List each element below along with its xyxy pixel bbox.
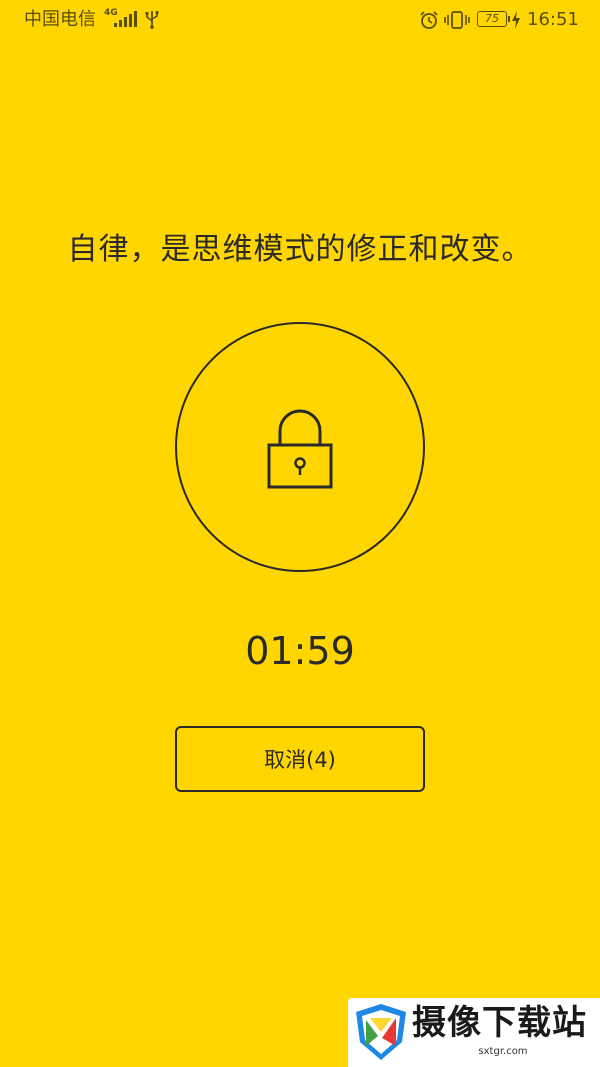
watermark-subtitle: sxtgr.com [478,1046,528,1057]
lock-icon [267,409,333,489]
cancel-button[interactable]: 取消(4) [175,726,425,792]
lock-screen: 中国电信 4G 75 16:51 自律，是思维模式的修正和改变。 01:59 取… [0,0,600,1067]
vibrate-icon [444,11,470,29]
battery-icon: 75 [477,11,510,27]
signal-icon [114,11,137,27]
status-time: 16:51 [527,9,579,30]
watermark-title: 摄像下载站 [412,1003,587,1043]
countdown-timer: 01:59 [245,629,355,673]
watermark-logo [356,1004,406,1060]
status-bar: 中国电信 4G 75 16:51 [0,0,600,40]
cancel-button-label: 取消(4) [264,748,336,772]
watermark: 摄像下载站 sxtgr.com [348,998,600,1067]
motivational-quote: 自律，是思维模式的修正和改变。 [67,232,533,267]
charging-icon [512,11,520,29]
carrier-name: 中国电信 [24,9,96,30]
alarm-icon [420,11,438,29]
usb-icon [145,10,159,29]
